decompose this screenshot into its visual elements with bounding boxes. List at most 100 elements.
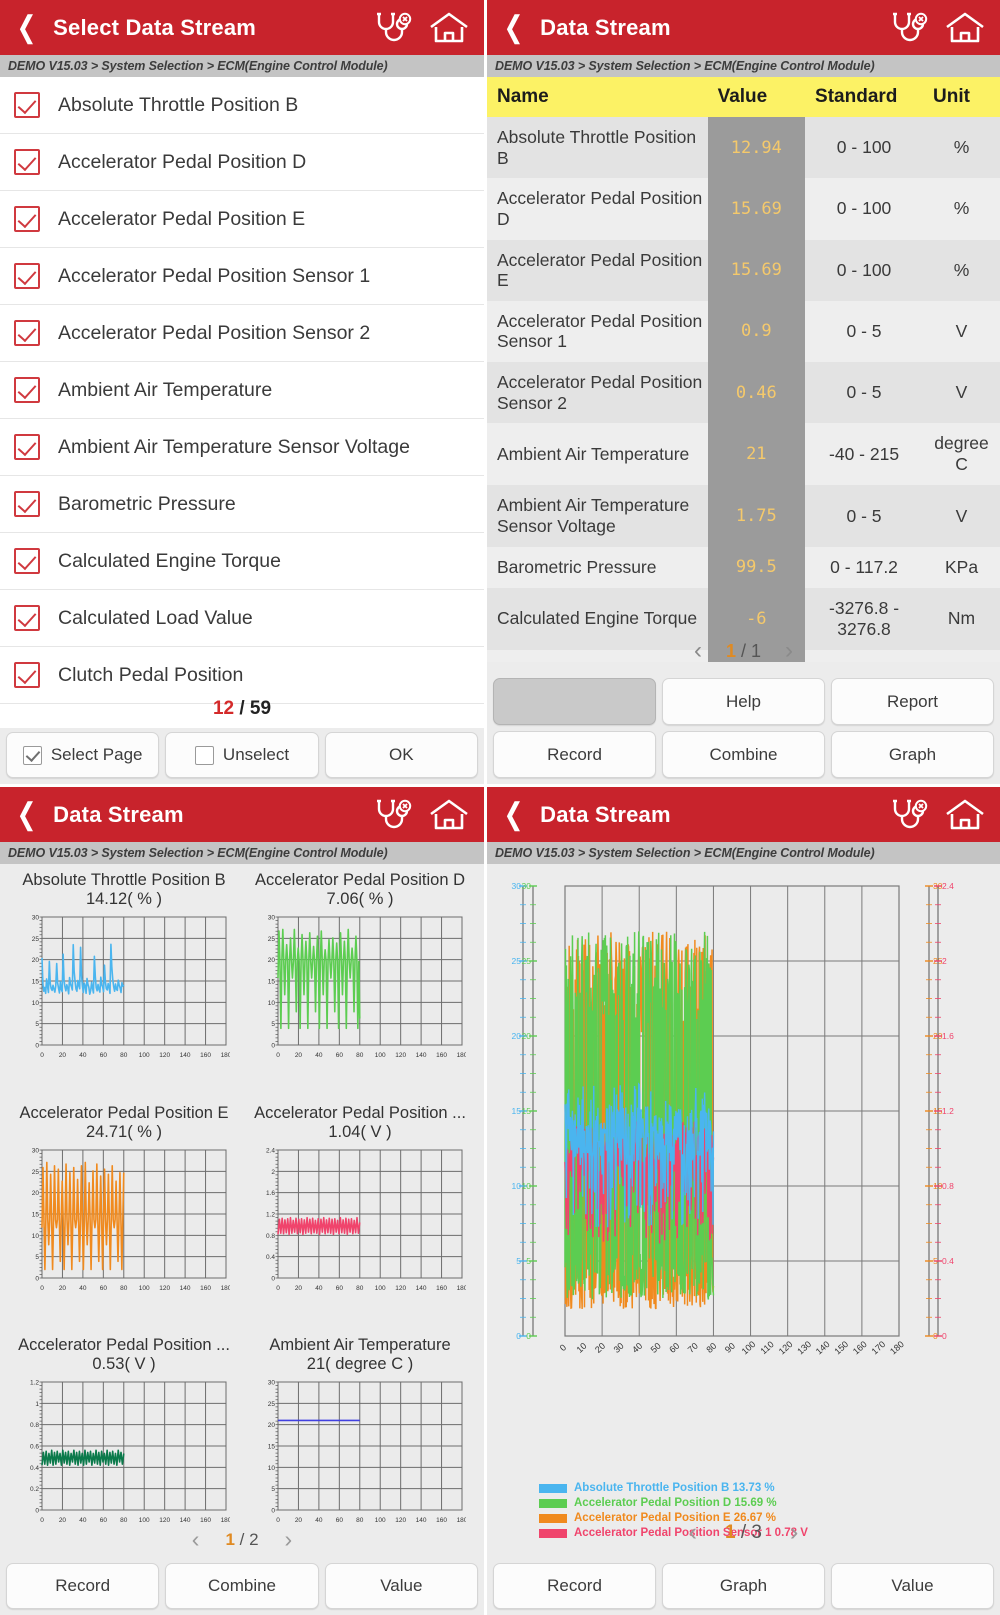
home-icon[interactable]	[428, 11, 470, 44]
data-stream-table-wrapper[interactable]: Name Value Standard Unit Absolute Throttle …	[487, 77, 1000, 662]
value-button[interactable]: Value	[324, 1563, 478, 1609]
list-item[interactable]: Barometric Pressure	[0, 476, 484, 533]
svg-text:0: 0	[276, 1517, 280, 1524]
svg-text:25: 25	[32, 936, 40, 943]
mini-chart[interactable]: Accelerator Pedal Position E 24.71( % ) 0 2…	[6, 1099, 242, 1332]
list-item[interactable]: Absolute Throttle Position B	[0, 77, 484, 134]
svg-text:160: 160	[200, 1517, 211, 1524]
svg-text:0: 0	[35, 1508, 39, 1515]
chart-value: 0.53( V )	[92, 1355, 156, 1374]
table-row[interactable]: Ambient Air Temperature Sensor Voltage 1.…	[487, 485, 1000, 547]
pager-prev-icon[interactable]: ‹	[192, 1526, 200, 1553]
checkbox-icon[interactable]	[14, 491, 40, 517]
svg-text:120: 120	[159, 1517, 170, 1524]
svg-text:180: 180	[457, 1517, 466, 1524]
blank-pressed-button[interactable]	[493, 678, 656, 725]
stethoscope-disconnect-icon[interactable]	[890, 798, 930, 831]
report-button[interactable]: Report	[831, 678, 994, 725]
ok-button[interactable]: OK	[324, 732, 478, 778]
chart-canvas: 0 20 40 60 80 100 120 140 160 180 0 5 10 15 20 25 30	[268, 1380, 466, 1525]
back-icon[interactable]: ❮	[504, 12, 524, 43]
pager-next-icon[interactable]: ›	[785, 637, 793, 662]
svg-text:15: 15	[522, 1106, 532, 1116]
table-row[interactable]: Barometric Pressure 99.5 0 - 117.2 KPa	[487, 546, 1000, 588]
back-icon[interactable]: ❮	[17, 799, 37, 830]
svg-text:20: 20	[59, 1285, 67, 1292]
checkbox-icon[interactable]	[14, 662, 40, 688]
checkbox-icon[interactable]	[14, 263, 40, 289]
stethoscope-disconnect-icon[interactable]	[374, 798, 414, 831]
column-header: Name	[487, 77, 708, 117]
breadcrumb: DEMO V15.03 > System Selection > ECM(Eng…	[487, 842, 1000, 864]
mini-chart[interactable]: Accelerator Pedal Position D 7.06( % ) 0 20…	[242, 866, 478, 1099]
data-stream-checkbox-list[interactable]: Absolute Throttle Position B Accelerator …	[0, 77, 484, 732]
back-icon[interactable]: ❮	[504, 799, 524, 830]
help-button[interactable]: Help	[662, 678, 825, 725]
breadcrumb: DEMO V15.03 > System Selection > ECM(Eng…	[487, 55, 1000, 77]
pager-next-icon[interactable]: ›	[285, 1526, 293, 1553]
svg-text:0: 0	[40, 1052, 44, 1059]
pager-prev-icon[interactable]: ‹	[694, 637, 702, 662]
checkbox-icon[interactable]	[14, 149, 40, 175]
list-item[interactable]: Clutch Pedal Position	[0, 647, 484, 704]
value-button[interactable]: Value	[831, 1563, 994, 1609]
checkbox-icon[interactable]	[14, 548, 40, 574]
unselect-button[interactable]: Unselect	[165, 732, 319, 778]
select-page-checkbox-icon	[22, 745, 42, 765]
panel-data-stream-combined: ❮ Data Stream DEMO V15.03 > System Selec…	[487, 787, 1000, 1615]
table-row[interactable]: Accelerator Pedal Position Sensor 1 0.9 0 …	[487, 300, 1000, 363]
checkbox-icon[interactable]	[14, 434, 40, 460]
mini-chart[interactable]: Absolute Throttle Position B 14.12( % ) 0 2…	[6, 866, 242, 1099]
record-button[interactable]: Record	[6, 1563, 160, 1609]
mini-chart[interactable]: Accelerator Pedal Position ... 1.04( V ) 0…	[242, 1099, 478, 1332]
checkbox-icon[interactable]	[14, 320, 40, 346]
cell-standard: -40 - 215	[805, 423, 924, 486]
svg-text:10: 10	[574, 1341, 588, 1355]
svg-text:80: 80	[356, 1517, 364, 1524]
list-item[interactable]: Calculated Load Value	[0, 590, 484, 647]
list-item[interactable]: Accelerator Pedal Position Sensor 2	[0, 305, 484, 362]
table-row[interactable]: Accelerator Pedal Position D 15.69 0 - 100…	[487, 178, 1000, 240]
chart-title: Accelerator Pedal Position D	[254, 871, 466, 889]
back-icon[interactable]: ❮	[17, 12, 37, 43]
svg-text:0: 0	[35, 1275, 39, 1282]
table-row[interactable]: Accelerator Pedal Position E 15.69 0 - 100…	[487, 239, 1000, 301]
svg-text:25: 25	[512, 956, 522, 966]
combine-button[interactable]: Combine	[662, 731, 825, 778]
page-title: Data Stream	[540, 801, 671, 827]
stethoscope-disconnect-icon[interactable]	[374, 11, 414, 44]
checkbox-icon[interactable]	[14, 377, 40, 403]
list-item[interactable]: Ambient Air Temperature	[0, 362, 484, 419]
list-item[interactable]: Accelerator Pedal Position D	[0, 134, 484, 191]
svg-text:0.8: 0.8	[30, 1423, 39, 1430]
checkbox-icon[interactable]	[14, 206, 40, 232]
chart-canvas: 0 20 40 60 80 100 120 140 160 180 0 5 10 15 20 25 30	[32, 1147, 230, 1292]
checkbox-icon[interactable]	[14, 605, 40, 631]
home-icon[interactable]	[428, 798, 470, 831]
record-button[interactable]: Record	[493, 731, 656, 778]
home-icon[interactable]	[944, 11, 986, 44]
combined-chart-canvas: 0 10 20 30 40 50 60 70 80 90 100 110 120 130 140 150 160…	[512, 881, 955, 1357]
checkbox-icon[interactable]	[14, 92, 40, 118]
list-item[interactable]: Ambient Air Temperature Sensor Voltage	[0, 419, 484, 476]
table-row[interactable]: Ambient Air Temperature 21 -40 - 215 degree…	[487, 423, 1000, 486]
table-row[interactable]: Accelerator Pedal Position Sensor 2 0.46 0…	[487, 362, 1000, 424]
home-icon[interactable]	[944, 798, 986, 831]
svg-text:130: 130	[795, 1339, 813, 1356]
svg-text:30: 30	[32, 1147, 40, 1154]
pager-prev-icon[interactable]: ‹	[689, 1518, 697, 1547]
header-bar: ❮ Data Stream	[487, 0, 1000, 55]
stethoscope-disconnect-icon[interactable]	[890, 11, 930, 44]
pager-next-icon[interactable]: ›	[790, 1518, 798, 1547]
list-item[interactable]: Calculated Engine Torque	[0, 533, 484, 590]
svg-text:0: 0	[942, 1331, 947, 1341]
select-page-button[interactable]: Select Page	[6, 732, 160, 778]
combine-button[interactable]: Combine	[165, 1563, 319, 1609]
svg-text:0: 0	[276, 1052, 280, 1059]
table-row[interactable]: Absolute Throttle Position B 12.94 0 - 100…	[487, 117, 1000, 179]
graph-button[interactable]: Graph	[662, 1563, 825, 1609]
list-item[interactable]: Accelerator Pedal Position E	[0, 191, 484, 248]
list-item[interactable]: Accelerator Pedal Position Sensor 1	[0, 248, 484, 305]
record-button[interactable]: Record	[493, 1563, 656, 1609]
graph-button[interactable]: Graph	[831, 731, 994, 778]
